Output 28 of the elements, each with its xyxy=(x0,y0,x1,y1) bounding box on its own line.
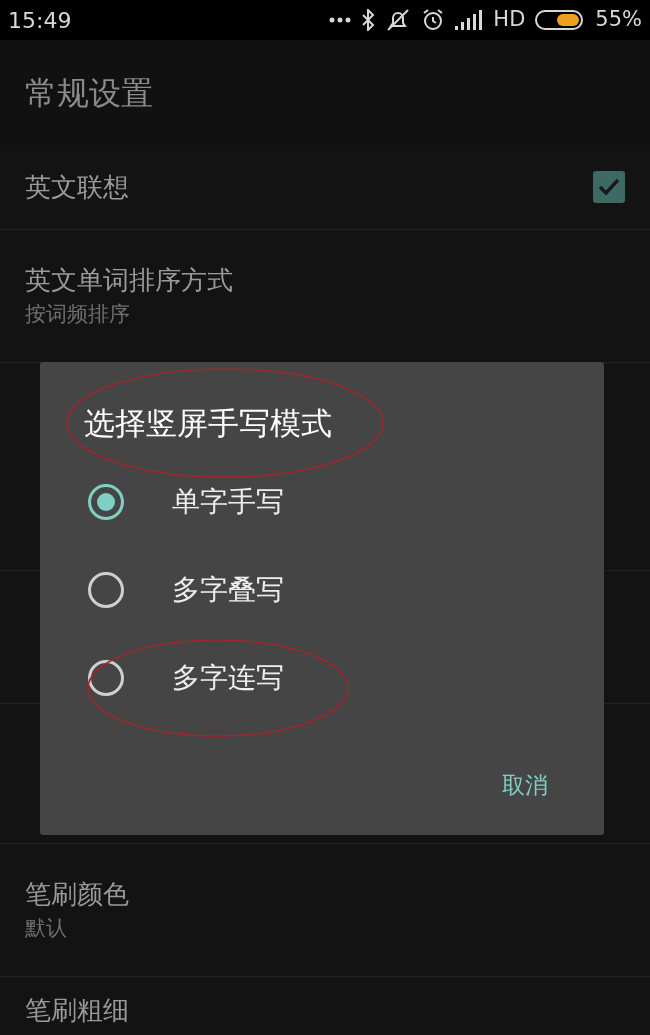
signal-icon xyxy=(455,10,484,30)
clock: 15:49 xyxy=(8,6,72,35)
radio-button[interactable] xyxy=(88,572,124,608)
radio-option[interactable]: 多字连写 xyxy=(40,634,604,722)
option-label: 多字叠写 xyxy=(172,572,284,608)
dialog-title: 选择竖屏手写模式 xyxy=(84,405,332,441)
option-label: 单字手写 xyxy=(172,484,284,520)
setting-label: 笔刷颜色 xyxy=(25,878,130,911)
more-icon xyxy=(329,17,352,23)
page-title: 常规设置 xyxy=(25,72,153,114)
cancel-button[interactable]: 取消 xyxy=(494,761,556,809)
network-type: HD xyxy=(493,6,526,34)
radio-button[interactable] xyxy=(88,484,124,520)
checkbox[interactable] xyxy=(593,171,625,203)
battery-icon xyxy=(535,9,586,31)
battery-percent: 55% xyxy=(595,6,642,34)
radio-option[interactable]: 多字叠写 xyxy=(40,546,604,634)
setting-value: 默认 xyxy=(25,915,68,942)
radio-button[interactable] xyxy=(88,660,124,696)
bluetooth-icon xyxy=(361,9,376,31)
setting-label: 英文单词排序方式 xyxy=(25,264,234,297)
setting-value: 按词频排序 xyxy=(25,301,131,328)
setting-label: 笔刷粗细 xyxy=(25,993,129,1027)
option-label: 多字连写 xyxy=(172,660,284,696)
muted-bell-icon xyxy=(385,9,412,31)
check-icon xyxy=(598,178,620,196)
radio-option[interactable]: 单字手写 xyxy=(40,458,604,546)
setting-label: 英文联想 xyxy=(25,170,129,204)
